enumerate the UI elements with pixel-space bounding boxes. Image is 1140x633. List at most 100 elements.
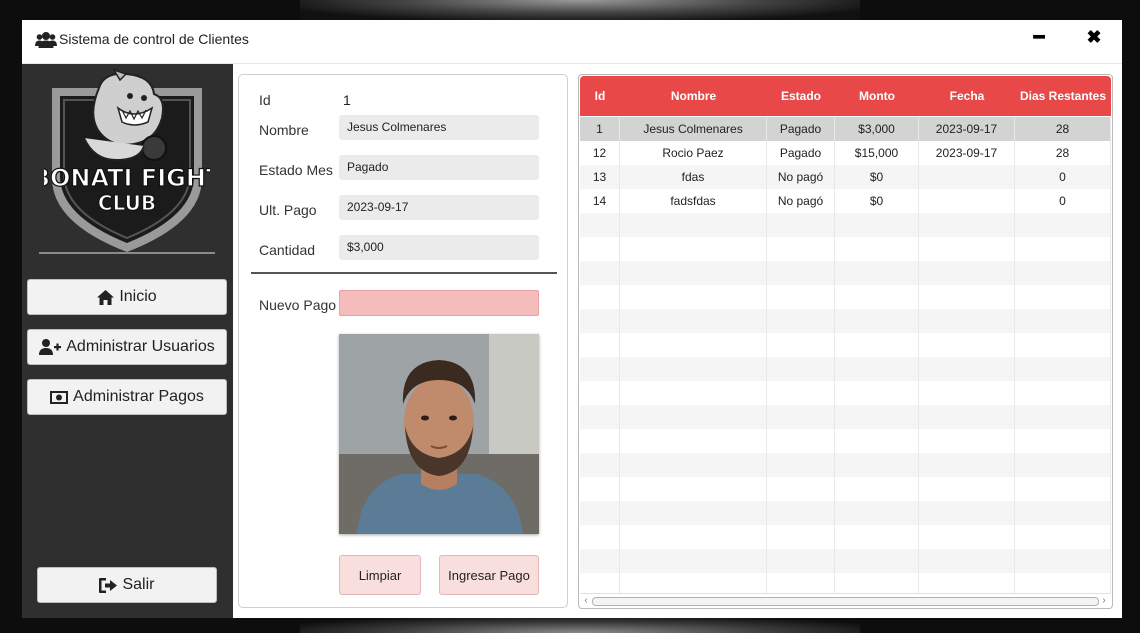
salir-button[interactable]: Salir — [37, 567, 217, 603]
table-cell: $0 — [835, 189, 919, 213]
ult-pago-label: Ult. Pago — [259, 202, 317, 218]
title-bar: Sistema de control de Clientes ━ ✖ — [22, 20, 1122, 64]
table-cell — [767, 429, 835, 453]
nuevo-pago-input[interactable] — [339, 290, 539, 316]
table-cell: $0 — [835, 165, 919, 189]
app-window: Sistema de control de Clientes ━ ✖ BONAT… — [22, 20, 1122, 618]
table-cell — [580, 501, 620, 525]
table-cell: 1 — [580, 117, 620, 141]
table-cell — [919, 453, 1015, 477]
table-cell — [620, 237, 767, 261]
table-cell — [767, 501, 835, 525]
column-header[interactable]: Id — [580, 76, 620, 116]
empty-table-row — [580, 261, 1111, 285]
table-cell — [620, 261, 767, 285]
table-cell — [1015, 237, 1111, 261]
cantidad-label: Cantidad — [259, 242, 316, 258]
nombre-field[interactable]: Jesus Colmenares — [339, 115, 539, 140]
table-cell — [620, 357, 767, 381]
horizontal-scrollbar[interactable]: ‹ › — [580, 593, 1111, 608]
nuevo-pago-label: Nuevo Pago — [259, 297, 337, 313]
column-header[interactable]: Estado — [767, 76, 835, 116]
table-cell — [1015, 477, 1111, 501]
column-header[interactable]: Fecha — [919, 76, 1015, 116]
table-cell — [1015, 501, 1111, 525]
limpiar-button[interactable]: Limpiar — [339, 555, 421, 595]
table-cell — [767, 381, 835, 405]
empty-table-row — [580, 453, 1111, 477]
window-title: Sistema de control de Clientes — [59, 31, 249, 47]
table-row[interactable]: 13 fdas No pagó $0 0 — [580, 165, 1111, 189]
table-cell — [1015, 285, 1111, 309]
table-cell — [1015, 453, 1111, 477]
table-cell — [580, 237, 620, 261]
empty-table-row — [580, 429, 1111, 453]
table-cell — [1015, 357, 1111, 381]
inicio-label: Inicio — [119, 288, 157, 305]
table-cell — [767, 453, 835, 477]
empty-table-row — [580, 501, 1111, 525]
administrar-usuarios-button[interactable]: Administrar Usuarios — [27, 329, 227, 365]
table-cell — [919, 501, 1015, 525]
column-header[interactable]: Dias Restantes — [1015, 76, 1111, 116]
estado-mes-field[interactable]: Pagado — [339, 155, 539, 180]
column-header[interactable]: Nombre — [620, 76, 767, 116]
sign-out-icon — [99, 577, 118, 593]
column-header[interactable]: Monto — [835, 76, 919, 116]
table-cell: fdas — [620, 165, 767, 189]
table-cell — [580, 213, 620, 237]
empty-table-row — [580, 333, 1111, 357]
table-cell — [919, 477, 1015, 501]
table-cell — [580, 453, 620, 477]
ult-pago-field[interactable]: 2023-09-17 — [339, 195, 539, 220]
table-cell — [580, 405, 620, 429]
table-row[interactable]: 1 Jesus Colmenares Pagado $3,000 2023-09-17 2… — [580, 117, 1111, 141]
table-cell: 28 — [1015, 117, 1111, 141]
table-cell: fadsfdas — [620, 189, 767, 213]
estado-mes-label: Estado Mes — [259, 162, 333, 178]
table-cell — [835, 357, 919, 381]
table-cell: 12 — [580, 141, 620, 165]
table-cell — [919, 165, 1015, 189]
table-cell — [580, 261, 620, 285]
table-cell — [620, 453, 767, 477]
table-cell — [919, 429, 1015, 453]
background-art-bottom — [300, 618, 860, 633]
form-divider — [251, 272, 557, 274]
table-cell — [835, 333, 919, 357]
empty-table-row — [580, 405, 1111, 429]
table-cell — [919, 285, 1015, 309]
ingresar-pago-button[interactable]: Ingresar Pago — [439, 555, 539, 595]
table-cell — [919, 333, 1015, 357]
table-cell — [620, 309, 767, 333]
table-cell — [620, 213, 767, 237]
table-cell — [835, 405, 919, 429]
table-cell — [620, 405, 767, 429]
scrollbar-thumb[interactable] — [592, 597, 1099, 606]
table-cell: Pagado — [767, 141, 835, 165]
table-cell — [767, 309, 835, 333]
background-art-top — [300, 0, 860, 20]
empty-table-row — [580, 357, 1111, 381]
inicio-button[interactable]: Inicio — [27, 279, 227, 315]
client-photo — [339, 334, 539, 534]
table-row[interactable]: 12 Rocio Paez Pagado $15,000 2023-09-17 28 — [580, 141, 1111, 165]
table-cell — [580, 549, 620, 573]
table-cell — [1015, 213, 1111, 237]
minimize-button[interactable]: ━ — [1024, 24, 1054, 52]
administrar-pagos-button[interactable]: Administrar Pagos — [27, 379, 227, 415]
cantidad-field[interactable]: $3,000 — [339, 235, 539, 260]
empty-table-row — [580, 237, 1111, 261]
close-button[interactable]: ✖ — [1079, 24, 1109, 52]
table-row[interactable]: 14 fadsfdas No pagó $0 0 — [580, 189, 1111, 213]
table-cell: 14 — [580, 189, 620, 213]
empty-table-row — [580, 477, 1111, 501]
scroll-right-icon[interactable]: › — [1099, 594, 1109, 608]
table-cell — [919, 189, 1015, 213]
table-cell — [580, 525, 620, 549]
table-cell — [835, 285, 919, 309]
scroll-left-icon[interactable]: ‹ — [581, 594, 591, 608]
empty-table-row — [580, 285, 1111, 309]
id-label: Id — [259, 92, 271, 108]
table-cell — [919, 357, 1015, 381]
